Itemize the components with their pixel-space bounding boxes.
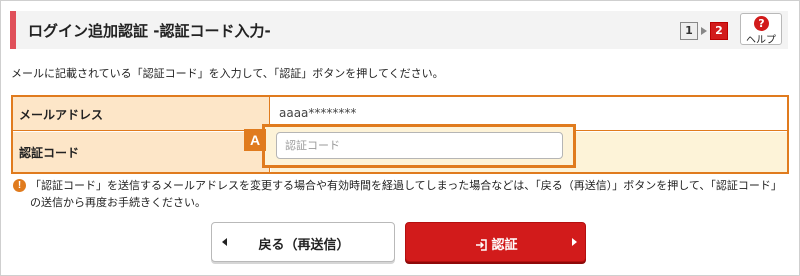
help-label: ヘルプ: [746, 35, 776, 46]
instruction-text: メールに記載されている「認証コード」を入力して、「認証」ボタンを押してください。: [11, 67, 444, 80]
code-label-cell: 認証コード: [13, 132, 270, 172]
email-value: aaaa********: [279, 106, 357, 120]
page-title: ログイン追加認証 -認証コード入力-: [28, 22, 271, 40]
authenticate-button[interactable]: 認証: [405, 222, 586, 262]
note-text: 「認証コード」を送信するメールアドレスを変更する場合や有効時間を経過してしまった…: [30, 179, 782, 209]
step-1: 1: [680, 22, 698, 40]
step-arrow-icon: [701, 27, 707, 35]
page-header: ログイン追加認証 -認証コード入力-: [10, 11, 788, 49]
annotation-marker-a: A: [244, 129, 266, 151]
email-label: メールアドレス: [19, 108, 104, 122]
code-input-highlight: [262, 124, 576, 168]
step-2-current: 2: [710, 22, 728, 40]
step-indicator: 1 2: [680, 21, 728, 41]
code-label: 認証コード: [19, 146, 80, 160]
info-icon: !: [13, 179, 26, 192]
back-resend-button[interactable]: 戻る（再送信）: [211, 222, 395, 262]
email-label-cell: メールアドレス: [13, 97, 270, 130]
help-button[interactable]: ? ヘルプ: [740, 13, 782, 46]
help-icon: ?: [754, 16, 769, 31]
authenticate-button-label: 認証: [491, 238, 518, 253]
arrow-right-icon: [572, 238, 577, 246]
back-button-label: 戻る（再送信）: [258, 238, 350, 253]
authenticate-button-content: 認証: [406, 234, 587, 253]
login-icon: [476, 239, 488, 251]
auth-code-input[interactable]: [276, 132, 563, 159]
